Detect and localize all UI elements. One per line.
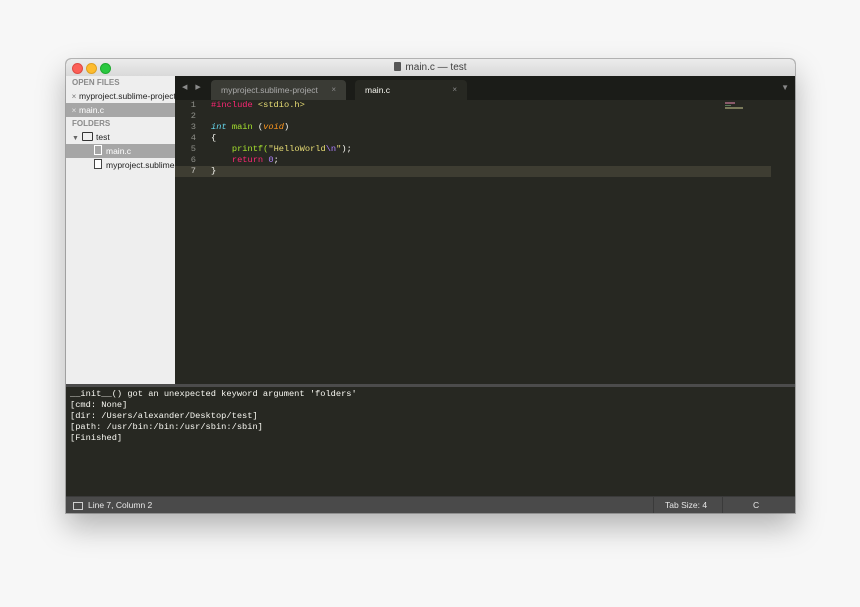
title-bar[interactable]: main.c — test: [66, 59, 795, 77]
tab-myproject[interactable]: myproject.sublime-project ×: [211, 80, 346, 100]
tab-label: main.c: [365, 85, 391, 95]
line-number: 4: [190, 133, 196, 143]
code-token: ): [284, 122, 290, 132]
line-number: 6: [190, 155, 196, 165]
editor-window: main.c — test OPEN FILES × myproject.subl…: [66, 59, 795, 513]
line-number: 3: [190, 122, 196, 132]
code-token: printf(: [211, 144, 269, 154]
output-line: [Finished]: [70, 433, 123, 443]
code-line[interactable]: [211, 111, 771, 122]
status-divider: [722, 497, 723, 513]
open-file-item[interactable]: × myproject.sublime-project: [66, 89, 175, 103]
code-token: );: [341, 144, 352, 154]
tab-size-setting[interactable]: Tab Size: 4: [665, 497, 707, 513]
sidebar: OPEN FILES × myproject.sublime-project × m…: [66, 76, 176, 384]
status-bar: Line 7, Column 2 Tab Size: 4 C: [66, 496, 795, 513]
code-token: \n: [325, 144, 337, 154]
folders-header: FOLDERS: [72, 119, 111, 128]
code-token: }: [211, 166, 217, 176]
syntax-selector[interactable]: C: [753, 497, 759, 513]
tab-bar: ◀ ▶ myproject.sublime-project × main.c ×…: [175, 76, 795, 100]
code-token: <stdio.h>: [257, 100, 305, 110]
tab-main-c[interactable]: main.c ×: [355, 80, 467, 100]
code-line[interactable]: {: [211, 133, 771, 144]
folder-open-icon: [82, 132, 93, 141]
window-title: main.c — test: [66, 61, 795, 74]
folder-file-label: myproject.sublime-project: [106, 160, 175, 170]
close-icon[interactable]: ×: [452, 80, 457, 100]
tab-label: myproject.sublime-project: [221, 85, 318, 95]
code-line[interactable]: return 0;: [211, 155, 771, 166]
close-icon[interactable]: ×: [69, 90, 79, 103]
code-area[interactable]: #include <stdio.h> int main (void){ prin…: [205, 100, 771, 177]
output-line: [cmd: None]: [70, 400, 128, 410]
code-token: ;: [273, 155, 279, 165]
output-line: __init__() got an unexpected keyword arg…: [70, 389, 357, 399]
open-file-item[interactable]: × main.c: [66, 103, 175, 117]
code-token: "HelloWorld: [268, 144, 326, 154]
tab-dropdown-icon[interactable]: ▼: [781, 83, 789, 92]
close-icon[interactable]: ×: [69, 104, 79, 117]
code-line[interactable]: printf("HelloWorld\n");: [211, 144, 771, 155]
line-number: 1: [190, 100, 196, 110]
open-files-header: OPEN FILES: [72, 78, 120, 87]
open-file-label: main.c: [79, 105, 105, 115]
status-divider: [653, 497, 654, 513]
line-number: 5: [190, 144, 196, 154]
folder-file-item[interactable]: myproject.sublime-project: [66, 158, 175, 172]
folder-file-label: main.c: [106, 146, 132, 156]
build-output-panel[interactable]: __init__() got an unexpected keyword arg…: [66, 387, 795, 494]
disclosure-triangle-icon[interactable]: ▼: [72, 132, 82, 144]
line-number-gutter: 1234567: [175, 100, 205, 177]
code-token: (: [252, 122, 264, 132]
code-token: main: [231, 122, 253, 132]
code-line[interactable]: }: [205, 166, 771, 177]
close-icon[interactable]: ×: [331, 80, 336, 100]
line-number: 2: [190, 111, 196, 121]
code-editor[interactable]: 1234567 #include <stdio.h> int main (voi…: [175, 100, 795, 384]
code-line[interactable]: int main (void): [211, 122, 771, 133]
code-token: void: [263, 122, 285, 132]
document-icon: [394, 62, 402, 71]
code-line[interactable]: #include <stdio.h>: [211, 100, 771, 111]
output-line: [path: /usr/bin:/bin:/usr/sbin:/sbin]: [70, 422, 263, 432]
panel-toggle-icon[interactable]: [73, 502, 83, 510]
cursor-position: Line 7, Column 2: [88, 500, 153, 510]
folder-label: test: [96, 132, 110, 142]
code-token: int: [211, 122, 227, 132]
code-token: return: [211, 155, 269, 165]
tab-nav-arrows-icon[interactable]: ◀ ▶: [182, 83, 204, 91]
folder-item-test[interactable]: ▼ test: [66, 130, 175, 144]
code-token: {: [211, 133, 217, 143]
open-file-label: myproject.sublime-project: [79, 91, 175, 101]
file-icon: [94, 145, 102, 155]
folder-file-item[interactable]: main.c: [66, 144, 175, 158]
output-line: [dir: /Users/alexander/Desktop/test]: [70, 411, 258, 421]
minimap[interactable]: [725, 102, 745, 112]
code-token: #include: [211, 100, 258, 110]
file-icon: [94, 159, 102, 169]
line-number: 7: [175, 166, 205, 177]
